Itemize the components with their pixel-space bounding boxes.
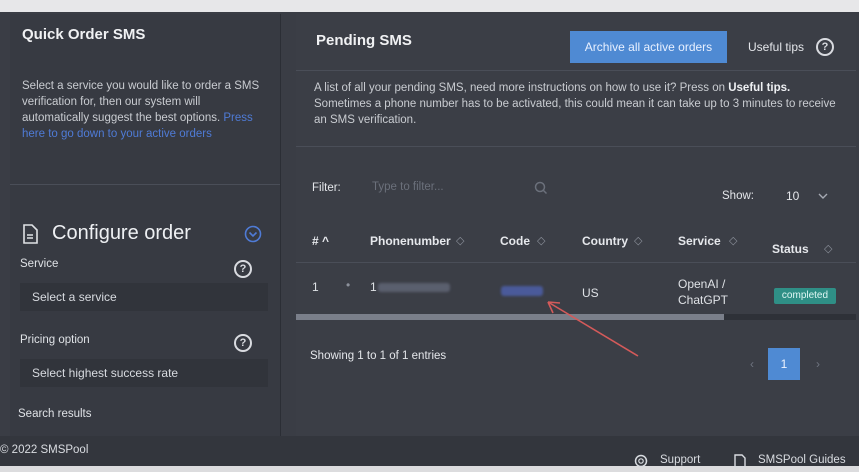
column-header-index[interactable]: # ^: [312, 234, 329, 248]
search-results-label: Search results: [18, 408, 92, 420]
footer: © 2022 SMSPool Support SMSPool Guides: [0, 436, 859, 468]
column-header-status[interactable]: Status: [772, 242, 809, 256]
archive-orders-button[interactable]: Archive all active orders: [570, 31, 727, 63]
panel-title: Quick Order SMS: [22, 26, 146, 43]
copyright-text: 2022 SMSPool: [11, 444, 89, 456]
chevron-down-circle-icon[interactable]: [244, 225, 262, 243]
filter-input[interactable]: Type to filter...: [360, 174, 556, 202]
intro-text: Select a service you would like to order…: [22, 78, 267, 142]
row-country: US: [582, 286, 599, 300]
help-icon[interactable]: ?: [234, 334, 252, 352]
help-icon: ?: [816, 38, 834, 56]
divider: [296, 70, 856, 71]
description-start: A list of all your pending SMS, need mor…: [314, 82, 729, 94]
column-header-phonenumber[interactable]: Phonenumber: [370, 234, 451, 248]
useful-tips-label: Useful tips: [748, 40, 805, 54]
status-badge: completed: [774, 288, 836, 304]
divider: [10, 184, 280, 185]
horizontal-scrollbar[interactable]: [296, 314, 856, 320]
code-redacted[interactable]: [501, 286, 543, 296]
pending-sms-panel: Pending SMS Archive all active orders Us…: [296, 14, 856, 444]
search-icon: [534, 181, 548, 195]
row-dot: •: [346, 278, 351, 292]
document-icon: [23, 224, 38, 244]
support-label: Support: [660, 454, 701, 466]
quick-order-panel: Quick Order SMS Select a service you wou…: [10, 14, 281, 444]
page-button-current[interactable]: 1: [768, 348, 800, 380]
useful-tips-button[interactable]: Useful tips ?: [736, 31, 844, 63]
filter-placeholder: Type to filter...: [372, 181, 444, 193]
row-service: OpenAI / ChatGPT: [678, 277, 729, 307]
useful-tips-emphasis: Useful tips.: [728, 82, 791, 94]
service-label: Service: [20, 258, 59, 270]
show-label: Show:: [722, 190, 754, 202]
column-header-country[interactable]: Country: [582, 234, 628, 248]
sort-icon: ◇: [729, 235, 738, 247]
column-header-service[interactable]: Service: [678, 234, 721, 248]
configure-title: Configure order: [52, 222, 191, 244]
sort-icon: ◇: [456, 235, 465, 247]
copyright: © 2022 SMSPool: [0, 444, 89, 456]
column-header-code[interactable]: Code: [500, 234, 530, 248]
pricing-select[interactable]: Select highest success rate: [20, 359, 268, 387]
document-icon: [734, 454, 746, 468]
sort-icon: ◇: [824, 243, 833, 255]
entries-per-page-select[interactable]: 10: [774, 182, 838, 210]
guides-label: SMSPool Guides: [758, 454, 846, 466]
next-page-button[interactable]: ›: [802, 348, 834, 380]
scrollbar-thumb[interactable]: [296, 314, 724, 320]
panel-title: Pending SMS: [316, 32, 412, 49]
lifebuoy-icon: [634, 454, 648, 468]
row-phone: 1: [370, 280, 377, 294]
sort-icon: ◇: [634, 235, 643, 247]
help-icon[interactable]: ?: [234, 260, 252, 278]
divider: [296, 146, 856, 147]
previous-page-button[interactable]: ‹: [736, 348, 768, 380]
sort-icon: ◇: [537, 235, 546, 247]
description-end: Sometimes a phone number has to be activ…: [314, 98, 836, 126]
service-select[interactable]: Select a service: [20, 283, 268, 311]
show-value: 10: [786, 189, 800, 203]
entries-info: Showing 1 to 1 of 1 entries: [310, 350, 447, 362]
filter-label: Filter:: [312, 182, 341, 194]
phone-redacted: [378, 283, 450, 292]
description-text: A list of all your pending SMS, need mor…: [314, 80, 844, 128]
chevron-down-icon: [818, 193, 828, 199]
pricing-label: Pricing option: [20, 334, 90, 346]
row-index: 1: [312, 280, 319, 294]
divider: [296, 262, 856, 263]
